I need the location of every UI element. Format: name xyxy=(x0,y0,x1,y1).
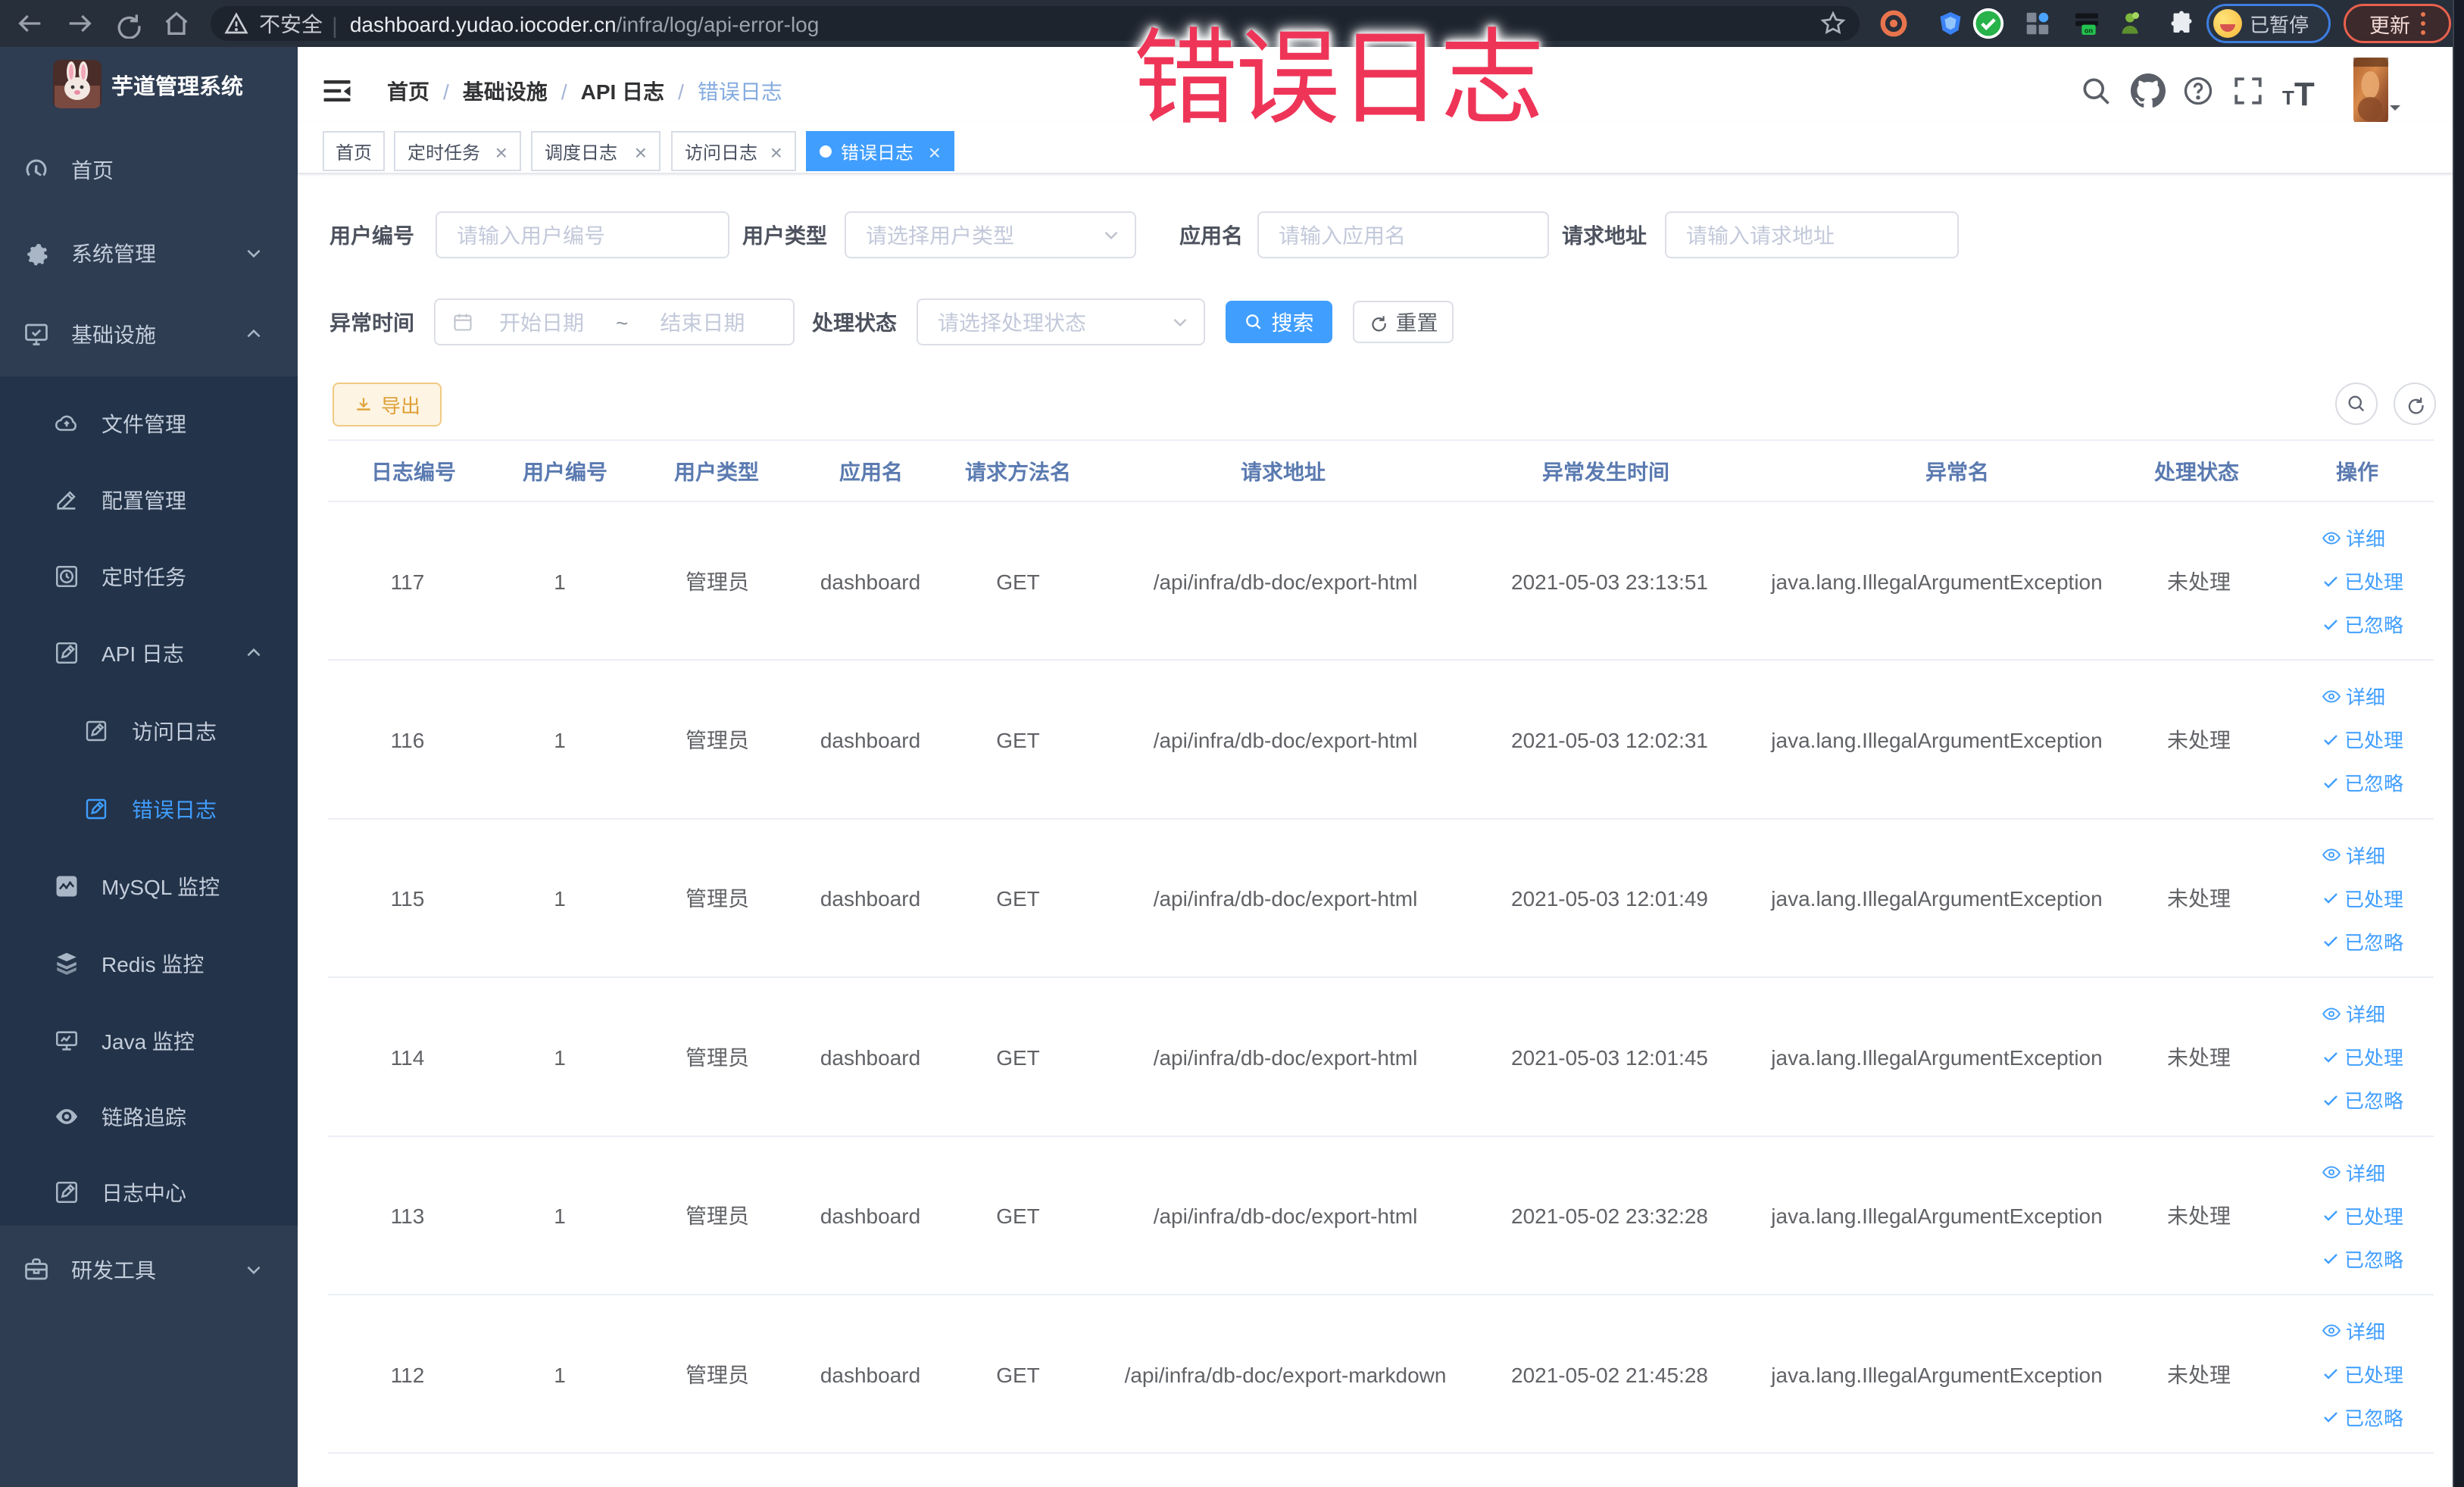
svg-text:on: on xyxy=(2085,24,2094,35)
